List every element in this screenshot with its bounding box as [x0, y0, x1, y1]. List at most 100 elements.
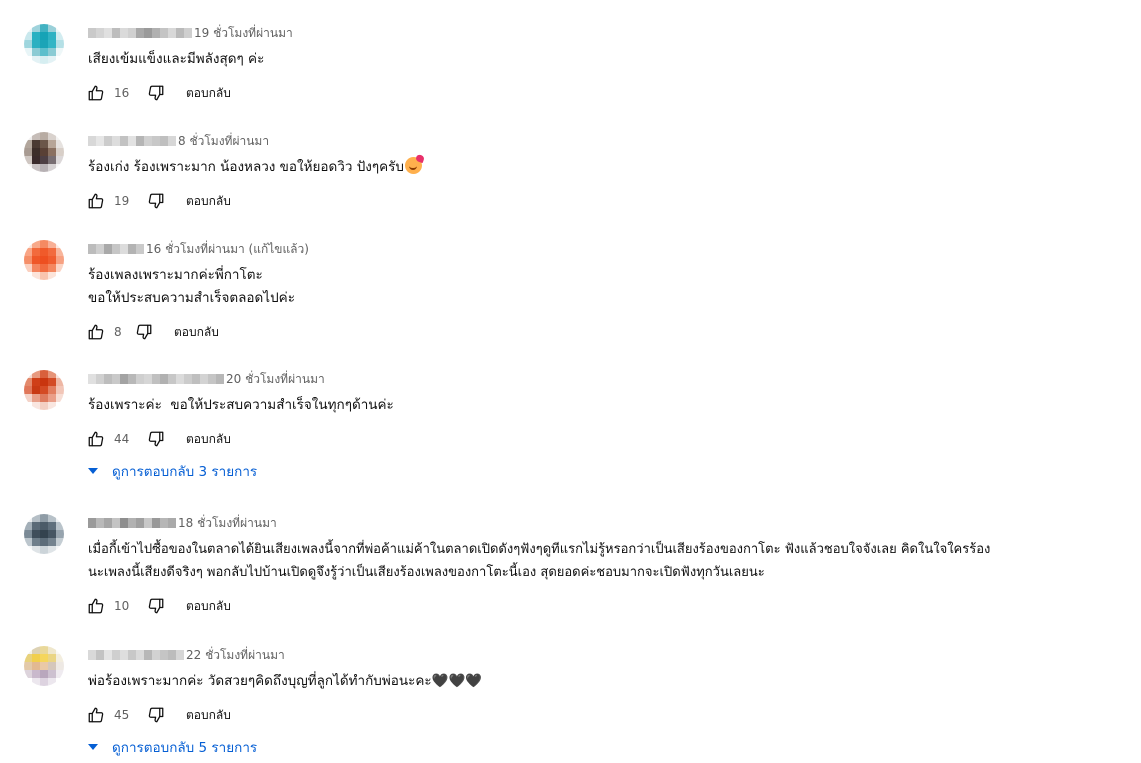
- view-replies-label: ดูการตอบกลับ 3 รายการ: [112, 464, 258, 480]
- avatar-pixel: [48, 654, 56, 662]
- avatar[interactable]: [24, 370, 64, 410]
- avatar-pixel: [32, 148, 40, 156]
- author-name-blurred[interactable]: [88, 28, 192, 38]
- avatar-pixel: [24, 56, 32, 64]
- dislike-button[interactable]: [144, 189, 168, 213]
- author-blur-block: [112, 244, 120, 254]
- dislike-button[interactable]: [144, 703, 168, 727]
- author-blur-block: [104, 374, 112, 384]
- avatar-pixel: [48, 40, 56, 48]
- avatar-pixel: [48, 678, 56, 686]
- avatar-pixel: [48, 546, 56, 554]
- dislike-button[interactable]: [144, 594, 168, 618]
- author-blur-block: [192, 374, 200, 384]
- avatar-pixel: [40, 40, 48, 48]
- avatar-pixel: [32, 32, 40, 40]
- avatar-pixel: [48, 32, 56, 40]
- avatar-pixel: [40, 670, 48, 678]
- comment-header: 8 ชั่วโมงที่ผ่านมา: [88, 132, 1134, 150]
- avatar-pixel: [40, 370, 48, 378]
- avatar-pixel: [48, 248, 56, 256]
- avatar-pixel: [56, 272, 64, 280]
- avatar[interactable]: [24, 514, 64, 554]
- reply-button[interactable]: ตอบกลับ: [186, 192, 231, 211]
- author-blur-block: [160, 136, 168, 146]
- avatar-pixel: [56, 248, 64, 256]
- avatar-pixel: [56, 386, 64, 394]
- author-name-blurred[interactable]: [88, 244, 144, 254]
- avatar-pixel: [24, 132, 32, 140]
- reply-button[interactable]: ตอบกลับ: [174, 323, 219, 342]
- avatar[interactable]: [24, 240, 64, 280]
- author-name-blurred[interactable]: [88, 650, 184, 660]
- like-button[interactable]: [84, 594, 108, 618]
- author-name-blurred[interactable]: [88, 374, 224, 384]
- author-blur-block: [168, 374, 176, 384]
- author-blur-block: [88, 518, 96, 528]
- author-blur-block: [184, 374, 192, 384]
- author-blur-block: [128, 374, 136, 384]
- author-blur-block: [88, 650, 96, 660]
- avatar[interactable]: [24, 132, 64, 172]
- reply-button[interactable]: ตอบกลับ: [186, 430, 231, 449]
- comment-time[interactable]: 20 ชั่วโมงที่ผ่านมา: [226, 370, 325, 389]
- avatar-pixel: [48, 164, 56, 172]
- avatar-pixel: [40, 256, 48, 264]
- avatar-pixel: [32, 48, 40, 56]
- avatar-pixel: [40, 678, 48, 686]
- avatar-pixel: [24, 148, 32, 156]
- comment-time[interactable]: 19 ชั่วโมงที่ผ่านมา: [194, 24, 293, 43]
- reply-button[interactable]: ตอบกลับ: [186, 84, 231, 103]
- avatar-pixel: [24, 248, 32, 256]
- like-button[interactable]: [84, 81, 108, 105]
- avatar-pixel: [40, 386, 48, 394]
- dislike-button[interactable]: [132, 320, 156, 344]
- comment-actions: 19 ตอบกลับ: [84, 189, 1134, 213]
- dislike-button[interactable]: [144, 81, 168, 105]
- avatar-pixel: [24, 530, 32, 538]
- view-replies-button[interactable]: ดูการตอบกลับ 3 รายการ: [84, 460, 1134, 482]
- author-blur-block: [176, 28, 184, 38]
- avatar-pixel: [32, 248, 40, 256]
- like-button[interactable]: [84, 189, 108, 213]
- comment-time[interactable]: 18 ชั่วโมงที่ผ่านมา: [178, 514, 277, 533]
- like-button[interactable]: [84, 320, 108, 344]
- avatar[interactable]: [24, 24, 64, 64]
- view-replies-button[interactable]: ดูการตอบกลับ 5 รายการ: [84, 736, 1134, 758]
- author-blur-block: [152, 374, 160, 384]
- reply-button[interactable]: ตอบกลับ: [186, 706, 231, 725]
- author-blur-block: [152, 136, 160, 146]
- author-blur-block: [136, 28, 144, 38]
- avatar-pixel: [56, 24, 64, 32]
- avatar-pixel: [32, 264, 40, 272]
- avatar-pixel: [56, 32, 64, 40]
- author-name-blurred[interactable]: [88, 136, 176, 146]
- like-button[interactable]: [84, 427, 108, 451]
- author-blur-block: [200, 374, 208, 384]
- reply-button[interactable]: ตอบกลับ: [186, 597, 231, 616]
- comment-time[interactable]: 16 ชั่วโมงที่ผ่านมา (แก้ไขแล้ว): [146, 240, 309, 259]
- avatar-pixel: [56, 654, 64, 662]
- author-name-blurred[interactable]: [88, 518, 176, 528]
- comment-time[interactable]: 22 ชั่วโมงที่ผ่านมา: [186, 646, 285, 665]
- author-blur-block: [120, 28, 128, 38]
- like-button[interactable]: [84, 703, 108, 727]
- like-count: 44: [114, 432, 130, 446]
- avatar-pixel: [48, 402, 56, 410]
- comment-time[interactable]: 8 ชั่วโมงที่ผ่านมา: [178, 132, 269, 151]
- avatar-pixel: [40, 148, 48, 156]
- author-blur-block: [88, 28, 96, 38]
- author-blur-block: [144, 518, 152, 528]
- avatar-pixel: [56, 530, 64, 538]
- comment-text-content: ร้องเก่ง ร้องเพราะมาก น้องหลวง ขอให้ยอดว…: [88, 159, 405, 175]
- avatar-pixel: [48, 670, 56, 678]
- author-blur-block: [136, 374, 144, 384]
- author-blur-block: [208, 374, 216, 384]
- thumbs-down-icon: [148, 431, 164, 447]
- avatar-pixel: [48, 662, 56, 670]
- avatar[interactable]: [24, 646, 64, 686]
- avatar-pixel: [48, 264, 56, 272]
- avatar-pixel: [32, 132, 40, 140]
- dislike-button[interactable]: [144, 427, 168, 451]
- avatar-pixel: [40, 140, 48, 148]
